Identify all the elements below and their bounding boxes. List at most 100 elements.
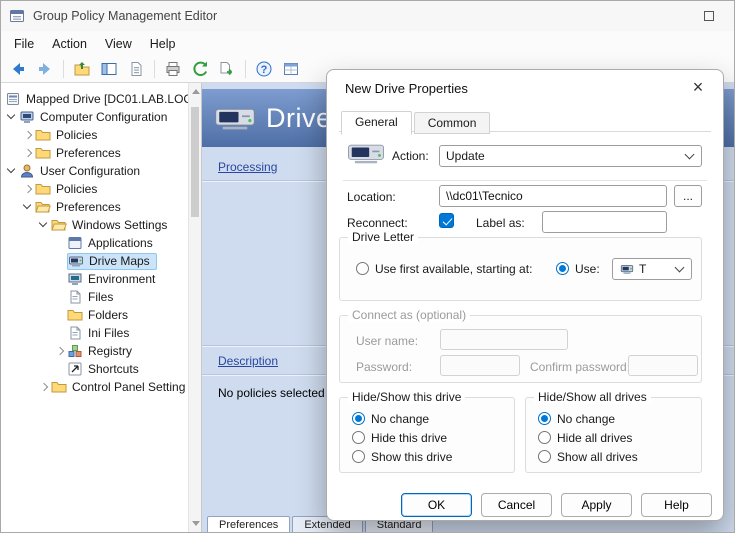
use-first-available-radio[interactable]	[356, 262, 369, 275]
hide-all-drives-radio[interactable]	[538, 431, 551, 444]
tree-item-user-configuration[interactable]: User Configuration	[1, 162, 188, 180]
action-select[interactable]: Update	[439, 145, 702, 167]
action-value: Update	[446, 149, 680, 163]
hide-show-this-legend: Hide/Show this drive	[348, 390, 465, 404]
refresh-button[interactable]	[188, 58, 212, 80]
description-link[interactable]: Description	[218, 354, 278, 368]
chevron-down-icon[interactable]	[5, 164, 19, 178]
show-all-drives-radio[interactable]	[538, 450, 551, 463]
chevron-right-icon[interactable]	[21, 182, 35, 196]
menu-file[interactable]: File	[5, 34, 43, 54]
print-icon	[164, 60, 182, 78]
chevron-right-icon[interactable]	[21, 146, 35, 160]
hide-all-drives-label[interactable]: Hide all drives	[557, 431, 632, 445]
scrollbar-thumb[interactable]	[191, 107, 199, 217]
table-view-button[interactable]	[279, 58, 303, 80]
show-this-drive-label[interactable]: Show this drive	[371, 450, 452, 464]
show-all-drives-label[interactable]: Show all drives	[557, 450, 638, 464]
app-icon	[9, 8, 25, 24]
help-button[interactable]: ?	[252, 58, 276, 80]
reconnect-checkbox[interactable]	[439, 213, 454, 228]
dialog-close-button[interactable]: ×	[683, 74, 713, 100]
help-dialog-button[interactable]: Help	[641, 493, 712, 517]
tree-item-label: Drive Maps	[86, 254, 153, 268]
properties-button[interactable]	[124, 58, 148, 80]
tree-item-ini-files[interactable]: Ini Files	[1, 324, 188, 342]
export-list-button[interactable]	[215, 58, 239, 80]
password-input	[440, 355, 520, 376]
label-as-input[interactable]	[542, 211, 667, 233]
dialog-title: New Drive Properties	[345, 81, 468, 96]
ok-button[interactable]: OK	[401, 493, 472, 517]
tree-item-control-panel-settings[interactable]: Control Panel Setting	[1, 378, 188, 396]
tab-common[interactable]: Common	[414, 112, 491, 134]
user-icon	[19, 163, 37, 179]
menu-action[interactable]: Action	[43, 34, 96, 54]
scroll-up-icon[interactable]	[192, 89, 200, 94]
use-first-available-label[interactable]: Use first available, starting at:	[375, 262, 532, 276]
drive-letter-select[interactable]: T	[612, 258, 692, 280]
tree-item-computer-policies[interactable]: Policies	[1, 126, 188, 144]
cancel-button[interactable]: Cancel	[481, 493, 552, 517]
chevron-right-icon[interactable]	[53, 344, 67, 358]
chevron-right-icon[interactable]	[37, 380, 51, 394]
table-view-icon	[282, 60, 300, 78]
chevron-down-icon	[675, 263, 685, 273]
chevron-right-icon[interactable]	[21, 128, 35, 142]
tree-item-windows-settings[interactable]: Windows Settings	[1, 216, 188, 234]
menu-help[interactable]: Help	[141, 34, 185, 54]
show-hide-console-tree-button[interactable]	[97, 58, 121, 80]
sidebar-scrollbar[interactable]	[188, 83, 201, 532]
chevron-down-icon[interactable]	[5, 110, 19, 124]
tree-item-label: Policies	[53, 182, 100, 196]
maximize-button[interactable]	[692, 2, 726, 30]
tree-item-folders[interactable]: Folders	[1, 306, 188, 324]
help-icon: ?	[255, 60, 273, 78]
print-button[interactable]	[161, 58, 185, 80]
this-no-change-radio[interactable]	[352, 412, 365, 425]
folder-open-icon	[51, 217, 69, 233]
drive-letter-group: Drive Letter Use first available, starti…	[339, 237, 702, 301]
hide-this-drive-radio[interactable]	[352, 431, 365, 444]
form-separator	[343, 180, 707, 181]
tab-preferences[interactable]: Preferences	[207, 516, 290, 532]
chevron-down-icon[interactable]	[21, 200, 35, 214]
tree-item-drive-maps[interactable]: Drive Maps	[1, 252, 188, 270]
all-no-change-radio[interactable]	[538, 412, 551, 425]
tree-item-user-preferences[interactable]: Preferences	[1, 198, 188, 216]
menu-view[interactable]: View	[96, 34, 141, 54]
tree-item-shortcuts[interactable]: Shortcuts	[1, 360, 188, 378]
this-no-change-label[interactable]: No change	[371, 412, 429, 426]
show-this-drive-radio[interactable]	[352, 450, 365, 463]
location-input[interactable]	[439, 185, 667, 207]
back-button[interactable]	[6, 58, 30, 80]
apply-button[interactable]: Apply	[561, 493, 632, 517]
scroll-down-icon[interactable]	[192, 521, 200, 526]
tree-item-registry[interactable]: Registry	[1, 342, 188, 360]
tree-item-computer-configuration[interactable]: Computer Configuration	[1, 108, 188, 126]
folder-icon	[67, 307, 85, 323]
tree-item-applications[interactable]: Applications	[1, 234, 188, 252]
folder-icon	[35, 127, 53, 143]
all-no-change-label[interactable]: No change	[557, 412, 615, 426]
hide-this-drive-label[interactable]: Hide this drive	[371, 431, 447, 445]
use-radio[interactable]	[556, 262, 569, 275]
tree-item-user-policies[interactable]: Policies	[1, 180, 188, 198]
forward-button[interactable]	[33, 58, 57, 80]
processing-link[interactable]: Processing	[218, 160, 277, 174]
maximize-icon	[704, 11, 714, 21]
toolbar-separator	[154, 60, 155, 78]
tree-item-computer-preferences[interactable]: Preferences	[1, 144, 188, 162]
tab-general[interactable]: General	[341, 111, 412, 135]
tree-item-label: Files	[85, 290, 116, 304]
up-one-level-button[interactable]	[70, 58, 94, 80]
tree-item-environment[interactable]: Environment	[1, 270, 188, 288]
password-label: Password:	[356, 360, 412, 374]
use-label[interactable]: Use:	[575, 262, 600, 276]
chevron-down-icon[interactable]	[37, 218, 51, 232]
tree-item-files[interactable]: Files	[1, 288, 188, 306]
browse-button[interactable]: ...	[674, 185, 702, 207]
location-label: Location:	[347, 190, 396, 204]
tree-item-root[interactable]: Mapped Drive [DC01.LAB.LOCA	[1, 90, 188, 108]
drive-letter-value: T	[639, 262, 670, 276]
